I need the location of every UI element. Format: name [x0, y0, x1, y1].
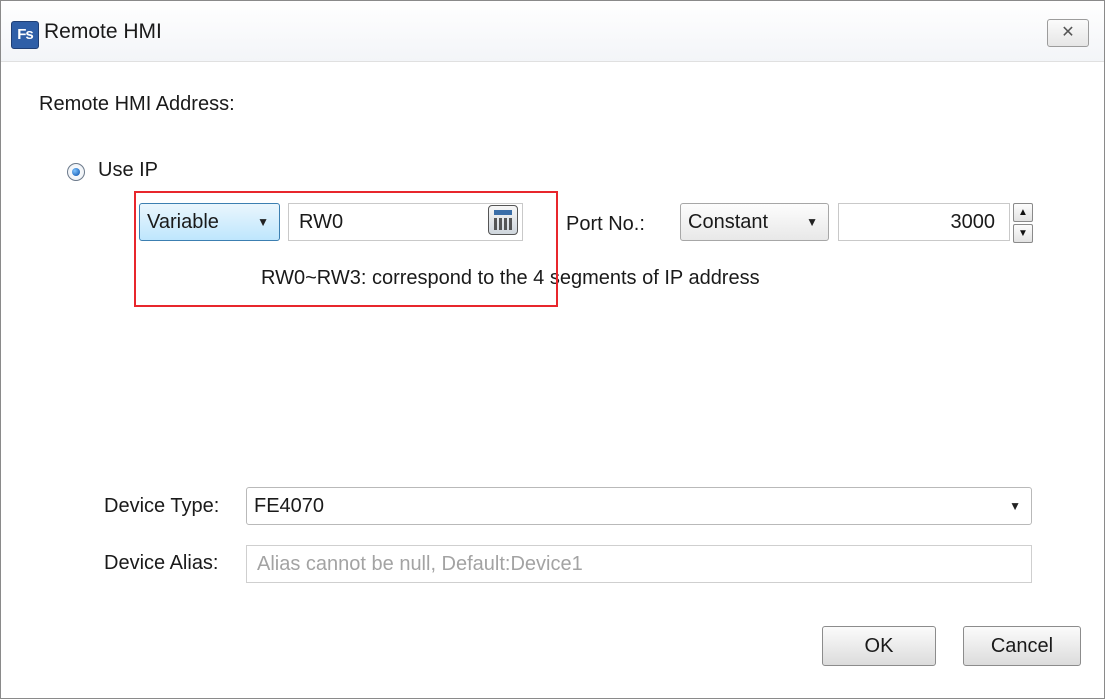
ip-variable-value: RW0: [299, 211, 344, 233]
cancel-button[interactable]: Cancel: [963, 626, 1081, 666]
title-bar: Fs Remote HMI ✕: [1, 1, 1104, 62]
chevron-down-icon: ▼: [806, 215, 818, 229]
port-value: 3000: [950, 211, 996, 233]
device-type-select[interactable]: FE4070 ▼: [246, 487, 1032, 525]
device-alias-placeholder: Alias cannot be null, Default:Device1: [257, 553, 583, 575]
port-value-input[interactable]: 3000: [838, 203, 1010, 241]
port-mode-value: Constant: [688, 211, 769, 233]
ok-button[interactable]: OK: [822, 626, 936, 666]
device-alias-input[interactable]: Alias cannot be null, Default:Device1: [246, 545, 1032, 583]
window-title: Remote HMI: [44, 20, 162, 43]
ip-mode-select[interactable]: Variable ▼: [139, 203, 280, 241]
address-picker-button[interactable]: [488, 205, 518, 235]
port-spinner[interactable]: ▲ ▼: [1013, 203, 1033, 243]
port-label: Port No.:: [566, 213, 645, 235]
ip-mode-value: Variable: [147, 211, 219, 233]
device-alias-label: Device Alias:: [104, 552, 219, 574]
chevron-down-icon: ▼: [257, 215, 269, 229]
chevron-down-icon: ▼: [1009, 499, 1021, 513]
device-type-label: Device Type:: [104, 495, 220, 517]
port-mode-select[interactable]: Constant ▼: [680, 203, 829, 241]
device-type-value: FE4070: [254, 495, 325, 517]
spin-up-icon[interactable]: ▲: [1013, 203, 1033, 222]
close-button[interactable]: ✕: [1047, 19, 1089, 47]
use-ip-radio[interactable]: [67, 163, 85, 181]
remote-hmi-dialog: Fs Remote HMI ✕ Remote HMI Address: Use …: [0, 0, 1105, 699]
calculator-icon: [494, 210, 512, 215]
remote-hmi-address-label: Remote HMI Address:: [39, 93, 235, 115]
spin-down-icon[interactable]: ▼: [1013, 224, 1033, 243]
app-icon: Fs: [11, 21, 39, 49]
close-icon: ✕: [1061, 24, 1075, 41]
use-ip-label[interactable]: Use IP: [98, 159, 158, 182]
ip-hint-text: RW0~RW3: correspond to the 4 segments of…: [261, 267, 760, 289]
